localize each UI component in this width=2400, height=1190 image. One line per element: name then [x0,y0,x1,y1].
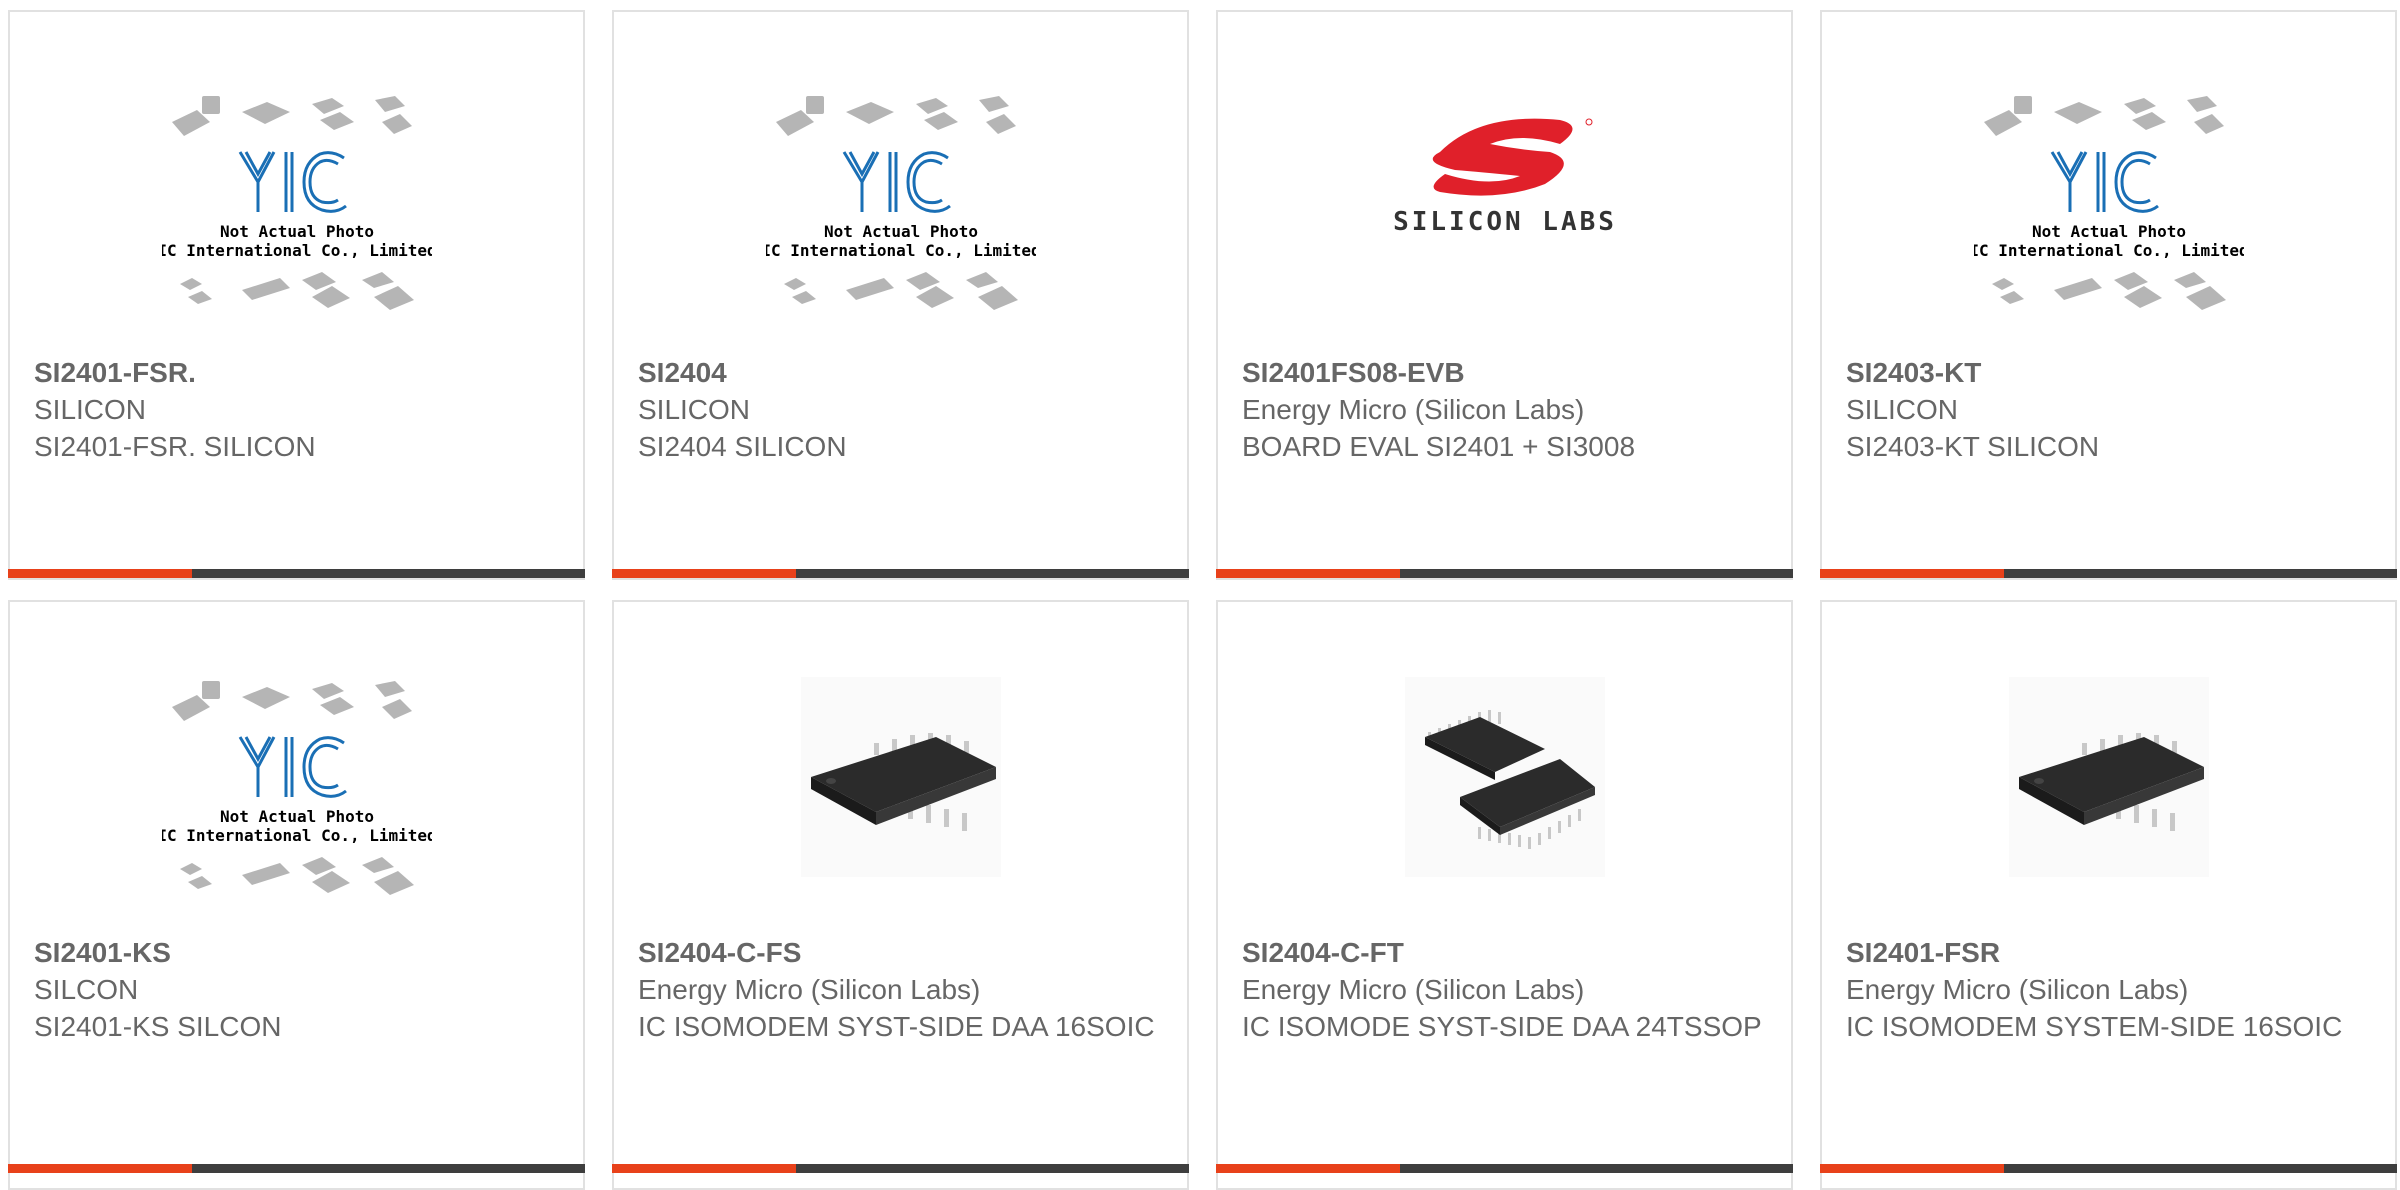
manufacturer: SILCON [34,974,139,1005]
product-grid: Not Actual Photo YIC International Co., … [0,0,2400,1190]
svg-text:Not Actual Photo: Not Actual Photo [823,222,977,241]
manufacturer: Energy Micro (Silicon Labs) [638,974,981,1005]
part-number[interactable]: SI2401-FSR [1846,934,2375,971]
product-info: SI2401-KS SILCON SI2401-KS SILCON [34,934,563,1045]
svg-text:Not Actual Photo: Not Actual Photo [219,222,373,241]
yic-placeholder-icon: Not Actual Photo YIC International Co., … [147,681,446,895]
product-image[interactable]: SILICON LABS [1370,92,1640,352]
card-accent-bar [612,569,796,578]
manufacturer: SILICON [34,394,147,425]
card-accent-bar [1216,1164,1400,1173]
card-accent-bar [1820,1164,2004,1173]
manufacturer: SILICON [1846,394,1959,425]
manufacturer: Energy Micro (Silicon Labs) [1242,394,1585,425]
description: BOARD EVAL SI2401 + SI3008 [1242,431,1636,462]
card-footer-bar [1216,569,1793,578]
card-accent-bar [1820,569,2004,578]
tssop-chips-icon [1404,677,1605,877]
description: SI2401-FSR. SILICON [34,431,316,462]
product-card[interactable]: Not Actual Photo YIC International Co., … [612,10,1189,580]
product-info: SI2404 SILICON SI2404 SILICON [638,354,1167,465]
product-image-placeholder[interactable]: Not Actual Photo YIC International Co., … [751,92,1050,352]
card-footer-bar [612,1164,1189,1173]
part-number[interactable]: SI2401-KS [34,934,563,971]
part-number[interactable]: SI2404 [638,354,1167,391]
description: IC ISOMODEM SYSTEM-SIDE 16SOIC [1846,1011,2343,1042]
part-number[interactable]: SI2401FS08-EVB [1242,354,1771,391]
yic-placeholder-icon: Not Actual Photo YIC International Co., … [1959,96,2258,310]
card-footer-bar [8,1164,585,1173]
manufacturer: SILICON [638,394,751,425]
product-info: SI2401-FSR Energy Micro (Silicon Labs) I… [1846,934,2375,1045]
product-info: SI2401-FSR. SILICON SI2401-FSR. SILICON [34,354,563,465]
svg-text:YIC International Co., Limited: YIC International Co., Limited. [1974,241,2244,260]
svg-text:YIC International Co., Limited: YIC International Co., Limited. [162,241,432,260]
product-image-placeholder[interactable]: Not Actual Photo YIC International Co., … [1959,92,2258,352]
product-image-placeholder[interactable]: Not Actual Photo YIC International Co., … [147,92,446,352]
svg-text:Not Actual Photo: Not Actual Photo [2031,222,2185,241]
product-card[interactable]: Not Actual Photo YIC International Co., … [8,600,585,1190]
product-card[interactable]: SILICON LABS SI2401FS08-EVB Energy Micro… [1216,10,1793,580]
product-image-placeholder[interactable]: Not Actual Photo YIC International Co., … [147,677,446,937]
soic-chip-icon [800,677,1001,877]
product-card[interactable]: SI2404-C-FS Energy Micro (Silicon Labs) … [612,600,1189,1190]
silicon-labs-wordmark: SILICON LABS [1393,207,1617,237]
product-card[interactable]: Not Actual Photo YIC International Co., … [8,10,585,580]
description: SI2401-KS SILCON [34,1011,282,1042]
yic-placeholder-icon: Not Actual Photo YIC International Co., … [751,96,1050,310]
product-info: SI2404-C-FT Energy Micro (Silicon Labs) … [1242,934,1771,1045]
description: SI2404 SILICON [638,431,847,462]
product-info: SI2401FS08-EVB Energy Micro (Silicon Lab… [1242,354,1771,465]
description: IC ISOMODEM SYST-SIDE DAA 16SOIC [638,1011,1155,1042]
description: IC ISOMODE SYST-SIDE DAA 24TSSOP [1242,1011,1762,1042]
card-accent-bar [8,569,192,578]
part-number[interactable]: SI2404-C-FS [638,934,1167,971]
manufacturer: Energy Micro (Silicon Labs) [1242,974,1585,1005]
part-number[interactable]: SI2404-C-FT [1242,934,1771,971]
product-image[interactable] [1370,677,1640,937]
product-image[interactable] [766,677,1036,937]
card-footer-bar [1820,569,2397,578]
product-card[interactable]: SI2404-C-FT Energy Micro (Silicon Labs) … [1216,600,1793,1190]
card-accent-bar [612,1164,796,1173]
svg-text:Not Actual Photo: Not Actual Photo [219,807,373,826]
silicon-labs-logo-icon: SILICON LABS [1393,118,1617,237]
card-footer-bar [1820,1164,2397,1173]
card-accent-bar [1216,569,1400,578]
card-accent-bar [8,1164,192,1173]
product-card[interactable]: Not Actual Photo YIC International Co., … [1820,10,2397,580]
product-info: SI2404-C-FS Energy Micro (Silicon Labs) … [638,934,1167,1045]
svg-text:YIC International Co., Limited: YIC International Co., Limited. [766,241,1036,260]
svg-text:YIC International Co., Limited: YIC International Co., Limited. [162,826,432,845]
part-number[interactable]: SI2401-FSR. [34,354,563,391]
manufacturer: Energy Micro (Silicon Labs) [1846,974,2189,1005]
yic-placeholder-icon: Not Actual Photo YIC International Co., … [147,96,446,310]
description: SI2403-KT SILICON [1846,431,2100,462]
card-footer-bar [1216,1164,1793,1173]
card-footer-bar [8,569,585,578]
part-number[interactable]: SI2403-KT [1846,354,2375,391]
card-footer-bar [612,569,1189,578]
product-info: SI2403-KT SILICON SI2403-KT SILICON [1846,354,2375,465]
product-card[interactable]: SI2401-FSR Energy Micro (Silicon Labs) I… [1820,600,2397,1190]
soic-chip-icon [2008,677,2209,877]
product-image[interactable] [1974,677,2244,937]
